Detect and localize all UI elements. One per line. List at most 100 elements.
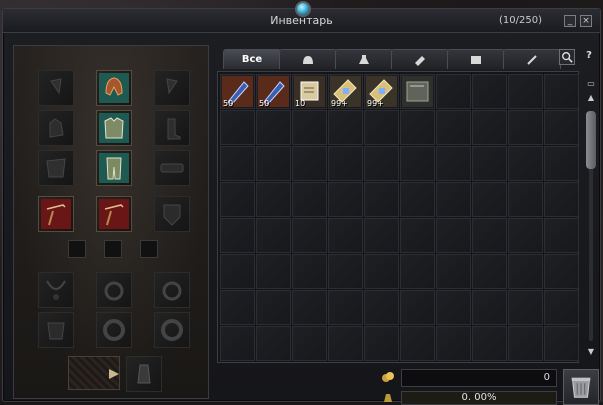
- inventory-slot[interactable]: 50: [256, 74, 291, 109]
- slot-ring-right[interactable]: [154, 272, 190, 308]
- inventory-slot[interactable]: [472, 74, 507, 109]
- inventory-slot[interactable]: [292, 326, 327, 361]
- inventory-scrollbar[interactable]: ▭ ▲ ▼: [584, 71, 598, 363]
- tab-materials[interactable]: [391, 49, 449, 69]
- inventory-slot[interactable]: [544, 254, 579, 289]
- inventory-slot[interactable]: [328, 290, 363, 325]
- inventory-slot[interactable]: [544, 290, 579, 325]
- inventory-slot[interactable]: [328, 182, 363, 217]
- inventory-slot[interactable]: [472, 182, 507, 217]
- inventory-slot[interactable]: [292, 218, 327, 253]
- slot-bracelet-2[interactable]: [154, 312, 190, 348]
- inventory-slot[interactable]: [256, 218, 291, 253]
- inventory-slot[interactable]: [256, 254, 291, 289]
- inventory-slot[interactable]: [544, 146, 579, 181]
- inventory-slot[interactable]: [400, 218, 435, 253]
- inventory-slot[interactable]: [256, 290, 291, 325]
- inventory-slot[interactable]: [436, 290, 471, 325]
- inventory-slot[interactable]: [292, 110, 327, 145]
- inventory-slot[interactable]: [220, 326, 255, 361]
- title-bar[interactable]: Инвентарь (10/250) _ ×: [3, 1, 600, 33]
- scroll-down-arrow[interactable]: ▼: [586, 347, 596, 357]
- slot-ring-left[interactable]: [96, 272, 132, 308]
- inventory-slot[interactable]: [292, 254, 327, 289]
- search-button[interactable]: [559, 49, 575, 65]
- inventory-slot[interactable]: [292, 146, 327, 181]
- slot-helmet[interactable]: [96, 70, 132, 106]
- inventory-slot[interactable]: [544, 74, 579, 109]
- trash-button[interactable]: [563, 369, 599, 405]
- inventory-slot[interactable]: [328, 110, 363, 145]
- scroll-thumb[interactable]: [586, 111, 596, 169]
- inventory-slot[interactable]: [256, 110, 291, 145]
- inventory-slot[interactable]: [508, 326, 543, 361]
- slot-weapon-2[interactable]: [96, 196, 132, 232]
- tab-all[interactable]: Все: [223, 49, 281, 69]
- inventory-slot[interactable]: [364, 326, 399, 361]
- slot-bracelet[interactable]: [96, 312, 132, 348]
- inventory-slot[interactable]: [220, 110, 255, 145]
- minimize-button[interactable]: _: [564, 15, 576, 27]
- inventory-slot[interactable]: [508, 254, 543, 289]
- slot-belt[interactable]: [154, 150, 190, 186]
- inventory-slot[interactable]: [364, 290, 399, 325]
- inventory-slot[interactable]: [472, 254, 507, 289]
- inventory-slot[interactable]: [436, 146, 471, 181]
- inventory-slot[interactable]: [364, 218, 399, 253]
- inventory-slot[interactable]: 50: [220, 74, 255, 109]
- inventory-slot[interactable]: [256, 326, 291, 361]
- inventory-slot[interactable]: [544, 182, 579, 217]
- slot-boots[interactable]: [154, 110, 190, 146]
- slot-necklace[interactable]: [38, 272, 74, 308]
- inventory-slot[interactable]: [436, 74, 471, 109]
- inventory-slot[interactable]: [472, 218, 507, 253]
- inventory-slot[interactable]: [220, 290, 255, 325]
- slot-chest[interactable]: [96, 110, 132, 146]
- talisman-slot-1[interactable]: [68, 240, 86, 258]
- inventory-slot[interactable]: [508, 110, 543, 145]
- inventory-slot[interactable]: [400, 146, 435, 181]
- scroll-expand-icon[interactable]: ▭: [586, 79, 596, 89]
- inventory-slot[interactable]: [364, 254, 399, 289]
- slot-hair-accessory[interactable]: [126, 356, 162, 392]
- inventory-slot[interactable]: [400, 110, 435, 145]
- arrow-slot[interactable]: [68, 356, 120, 390]
- inventory-slot[interactable]: 99+: [328, 74, 363, 109]
- tab-scrolls[interactable]: [447, 49, 505, 69]
- slot-earring-right[interactable]: [154, 70, 190, 106]
- inventory-slot[interactable]: [328, 254, 363, 289]
- inventory-slot[interactable]: [328, 146, 363, 181]
- inventory-slot[interactable]: [256, 182, 291, 217]
- talisman-slot-3[interactable]: [140, 240, 158, 258]
- inventory-slot[interactable]: [472, 326, 507, 361]
- inventory-slot[interactable]: [472, 290, 507, 325]
- scroll-up-arrow[interactable]: ▲: [586, 93, 596, 103]
- inventory-slot[interactable]: [364, 110, 399, 145]
- inventory-slot[interactable]: [400, 326, 435, 361]
- inventory-slot[interactable]: [436, 326, 471, 361]
- slot-earring-left[interactable]: [38, 70, 74, 106]
- inventory-slot[interactable]: [508, 290, 543, 325]
- help-button[interactable]: ?: [581, 49, 597, 65]
- tab-equipment[interactable]: [279, 49, 337, 69]
- inventory-slot[interactable]: [220, 254, 255, 289]
- inventory-slot[interactable]: [436, 182, 471, 217]
- inventory-slot[interactable]: [400, 182, 435, 217]
- tab-quest[interactable]: [503, 49, 561, 69]
- inventory-slot[interactable]: [364, 146, 399, 181]
- inventory-slot[interactable]: [508, 182, 543, 217]
- inventory-slot[interactable]: [508, 146, 543, 181]
- talisman-slot-2[interactable]: [104, 240, 122, 258]
- inventory-slot[interactable]: [328, 218, 363, 253]
- inventory-slot[interactable]: [436, 254, 471, 289]
- close-button[interactable]: ×: [580, 15, 592, 27]
- inventory-slot[interactable]: [256, 146, 291, 181]
- inventory-slot[interactable]: 99+: [364, 74, 399, 109]
- inventory-slot[interactable]: [292, 290, 327, 325]
- inventory-slot[interactable]: [364, 182, 399, 217]
- inventory-slot[interactable]: [544, 218, 579, 253]
- inventory-slot[interactable]: [400, 290, 435, 325]
- inventory-slot[interactable]: 10: [292, 74, 327, 109]
- slot-gloves[interactable]: [38, 110, 74, 146]
- inventory-slot[interactable]: [220, 146, 255, 181]
